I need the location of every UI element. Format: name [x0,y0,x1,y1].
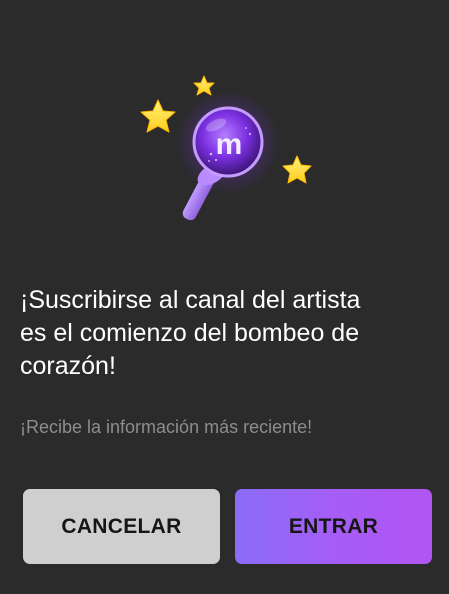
star-icon [282,155,312,184]
lightstick-letter: m [216,128,243,161]
dialog-subtext: ¡Recibe la información más reciente! [20,417,313,437]
subscribe-dialog: m ¡Suscribirse al canal del artista es e… [0,0,449,594]
lightstick-with-stars-icon: m [140,75,312,221]
star-icon [193,75,215,96]
cancel-button[interactable]: CANCELAR [23,489,220,564]
star-icon [140,99,176,133]
lightstick-orb: m [192,106,264,178]
dialog-headline: ¡Suscribirse al canal del artista es el … [20,286,361,380]
enter-button[interactable]: ENTRAR [235,489,432,564]
